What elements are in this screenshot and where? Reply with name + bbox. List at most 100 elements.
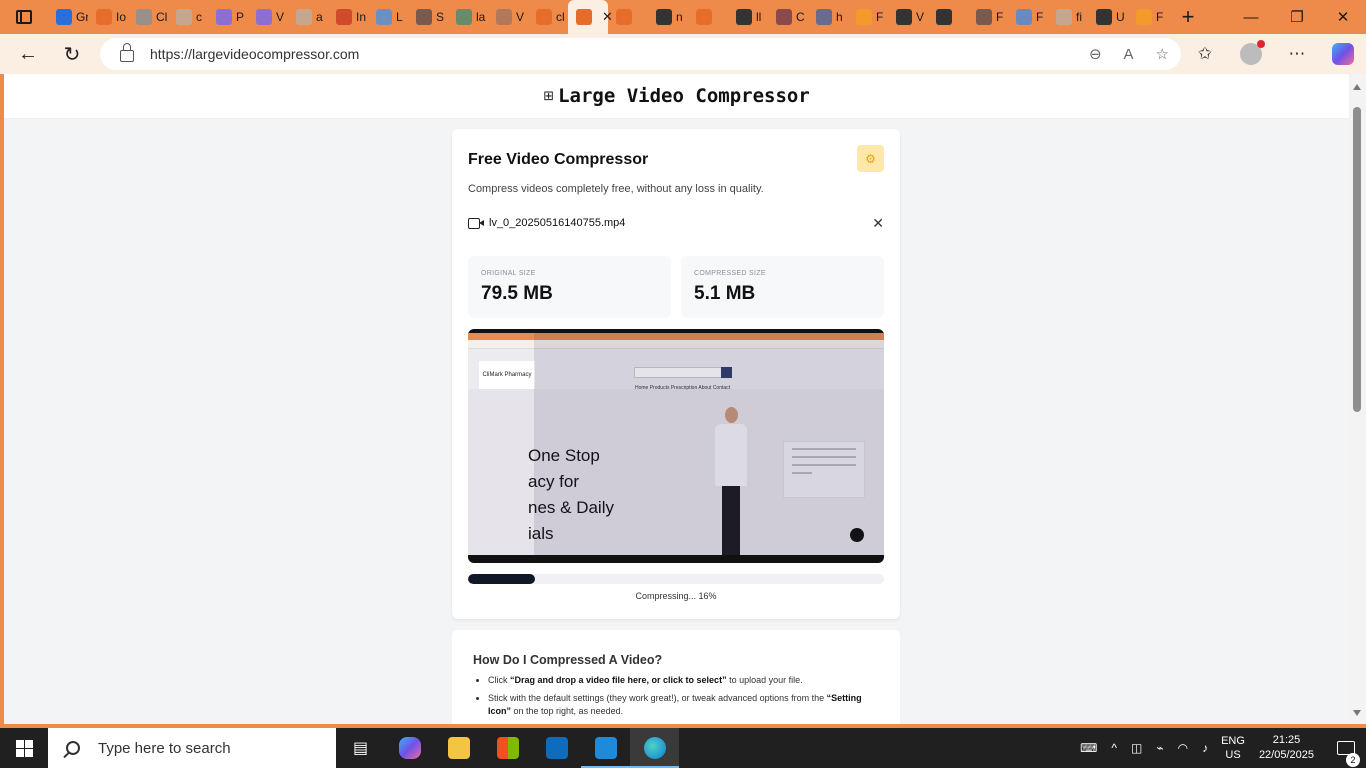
- progress-fill: [468, 574, 535, 584]
- keyboard-icon[interactable]: ⌨: [1080, 741, 1097, 755]
- tab-favicon-icon: [416, 9, 432, 25]
- page-viewport: ⊞ Large Video Compressor Free Video Comp…: [4, 74, 1349, 724]
- more-menu-icon[interactable]: ⋯: [1274, 34, 1320, 74]
- browser-tab[interactable]: F: [1128, 0, 1168, 34]
- edge-app[interactable]: [630, 728, 679, 768]
- tab-favicon-icon: [1096, 9, 1112, 25]
- favorites-icon[interactable]: ✩: [1182, 34, 1228, 74]
- browser-tab[interactable]: C: [768, 0, 808, 34]
- taskbar-search[interactable]: Type here to search: [48, 728, 336, 768]
- tab-favicon-icon: [176, 9, 192, 25]
- copilot-button[interactable]: [1320, 34, 1366, 74]
- lock-icon[interactable]: [120, 43, 134, 62]
- browser-tab[interactable]: L: [368, 0, 408, 34]
- browser-tab[interactable]: Cl: [128, 0, 168, 34]
- browser-tab[interactable]: V: [248, 0, 288, 34]
- notifications-button[interactable]: 2: [1326, 741, 1366, 767]
- site-title[interactable]: Large Video Compressor: [558, 85, 810, 107]
- avatar: [1240, 40, 1265, 65]
- restore-button[interactable]: ❐: [1274, 0, 1320, 34]
- video-preview[interactable]: CliMark Pharmacy Home Products Prescript…: [468, 329, 884, 563]
- profile-button[interactable]: [1228, 34, 1274, 74]
- tab-favicon-icon: [216, 9, 232, 25]
- compressed-size-label: COMPRESSED SIZE: [694, 270, 766, 277]
- edge-icon: [643, 737, 666, 759]
- tab-list: Gr Io Cl c P Va In L Sla VclF✕ n ll Ch F V F Ffi U F: [48, 0, 1168, 34]
- tab-title: cl: [556, 10, 565, 24]
- browser-tab[interactable]: [608, 0, 648, 34]
- meet-now-icon[interactable]: ◫: [1131, 741, 1142, 755]
- address-bar[interactable]: https://largevideocompressor.com ⊖ A ☆: [100, 38, 1181, 70]
- browser-tab[interactable]: U: [1088, 0, 1128, 34]
- active-tab[interactable]: F✕: [568, 0, 613, 34]
- tab-favicon-icon: [1016, 9, 1032, 25]
- read-aloud-icon[interactable]: A: [1124, 46, 1134, 63]
- volume-icon[interactable]: ♪: [1202, 741, 1208, 755]
- original-size-box: ORIGINAL SIZE 79.5 MB: [468, 256, 671, 318]
- page-scrollbar[interactable]: [1349, 74, 1366, 724]
- tab-favicon-icon: [976, 9, 992, 25]
- scrollbar-thumb[interactable]: [1353, 107, 1361, 412]
- browser-tab[interactable]: [928, 0, 968, 34]
- browser-tab[interactable]: [688, 0, 728, 34]
- browser-tab[interactable]: V: [488, 0, 528, 34]
- tab-title: V: [916, 10, 925, 24]
- store-app[interactable]: [483, 728, 532, 768]
- selected-file: lv_0_20250516140755.mp4 ✕: [468, 215, 884, 231]
- browser-tab[interactable]: fi: [1048, 0, 1088, 34]
- browser-tab[interactable]: la: [448, 0, 488, 34]
- browser-tab[interactable]: n: [648, 0, 688, 34]
- tab-title: Io: [116, 10, 127, 24]
- favorite-star-icon[interactable]: ☆: [1156, 45, 1169, 63]
- language-indicator[interactable]: ENG US: [1221, 734, 1245, 762]
- zoom-out-icon[interactable]: ⊖: [1089, 45, 1102, 63]
- new-tab-button[interactable]: +: [1168, 0, 1208, 34]
- browser-tab[interactable]: P: [208, 0, 248, 34]
- tab-title: V: [516, 10, 525, 24]
- file-explorer-app[interactable]: [434, 728, 483, 768]
- card-subtitle: Compress videos completely free, without…: [468, 183, 764, 195]
- task-view-button[interactable]: ▤: [336, 728, 385, 768]
- tab-actions-button[interactable]: [0, 0, 48, 34]
- scroll-down-icon[interactable]: [1353, 710, 1361, 716]
- browser-tab[interactable]: V: [888, 0, 928, 34]
- remove-file-button[interactable]: ✕: [872, 215, 884, 232]
- browser-tab[interactable]: a: [288, 0, 328, 34]
- browser-tab[interactable]: F: [1008, 0, 1048, 34]
- close-window-button[interactable]: ✕: [1320, 0, 1366, 34]
- preview-logo: CliMark Pharmacy: [479, 361, 535, 389]
- scroll-up-icon[interactable]: [1353, 84, 1361, 90]
- wifi-icon[interactable]: ◠: [1178, 741, 1188, 755]
- minimize-button[interactable]: —: [1228, 0, 1274, 34]
- vscode-app[interactable]: [581, 728, 630, 768]
- browser-tab[interactable]: h: [808, 0, 848, 34]
- browser-tab[interactable]: F: [848, 0, 888, 34]
- browser-tab[interactable]: S: [408, 0, 448, 34]
- clock[interactable]: 21:25 22/05/2025: [1259, 733, 1314, 763]
- refresh-button[interactable]: ↻: [52, 38, 92, 70]
- url-text[interactable]: https://largevideocompressor.com: [150, 46, 359, 62]
- tab-title: L: [396, 10, 403, 24]
- browser-tab[interactable]: F: [968, 0, 1008, 34]
- tab-favicon-icon: [96, 9, 112, 25]
- browser-tab[interactable]: cl: [528, 0, 568, 34]
- tab-favicon-icon: [576, 9, 592, 25]
- back-button[interactable]: ←: [8, 38, 48, 70]
- start-button[interactable]: [0, 728, 48, 768]
- settings-button[interactable]: ⚙: [857, 145, 884, 172]
- video-camera-icon: [468, 217, 484, 229]
- browser-tab[interactable]: Io: [88, 0, 128, 34]
- clock-date: 22/05/2025: [1258, 749, 1314, 761]
- copilot-app[interactable]: [385, 728, 434, 768]
- browser-tab[interactable]: In: [328, 0, 368, 34]
- progress-status: Compressing... 16%: [635, 591, 717, 601]
- tab-favicon-icon: [536, 9, 552, 25]
- power-icon[interactable]: ⌁: [1156, 741, 1163, 755]
- gear-icon: ⚙: [865, 151, 876, 166]
- browser-tab[interactable]: ll: [728, 0, 768, 34]
- outlook-app[interactable]: [532, 728, 581, 768]
- tab-favicon-icon: [656, 9, 672, 25]
- show-hidden-icons-icon[interactable]: ^: [1111, 741, 1117, 755]
- browser-tab[interactable]: c: [168, 0, 208, 34]
- browser-tab[interactable]: Gr: [48, 0, 88, 34]
